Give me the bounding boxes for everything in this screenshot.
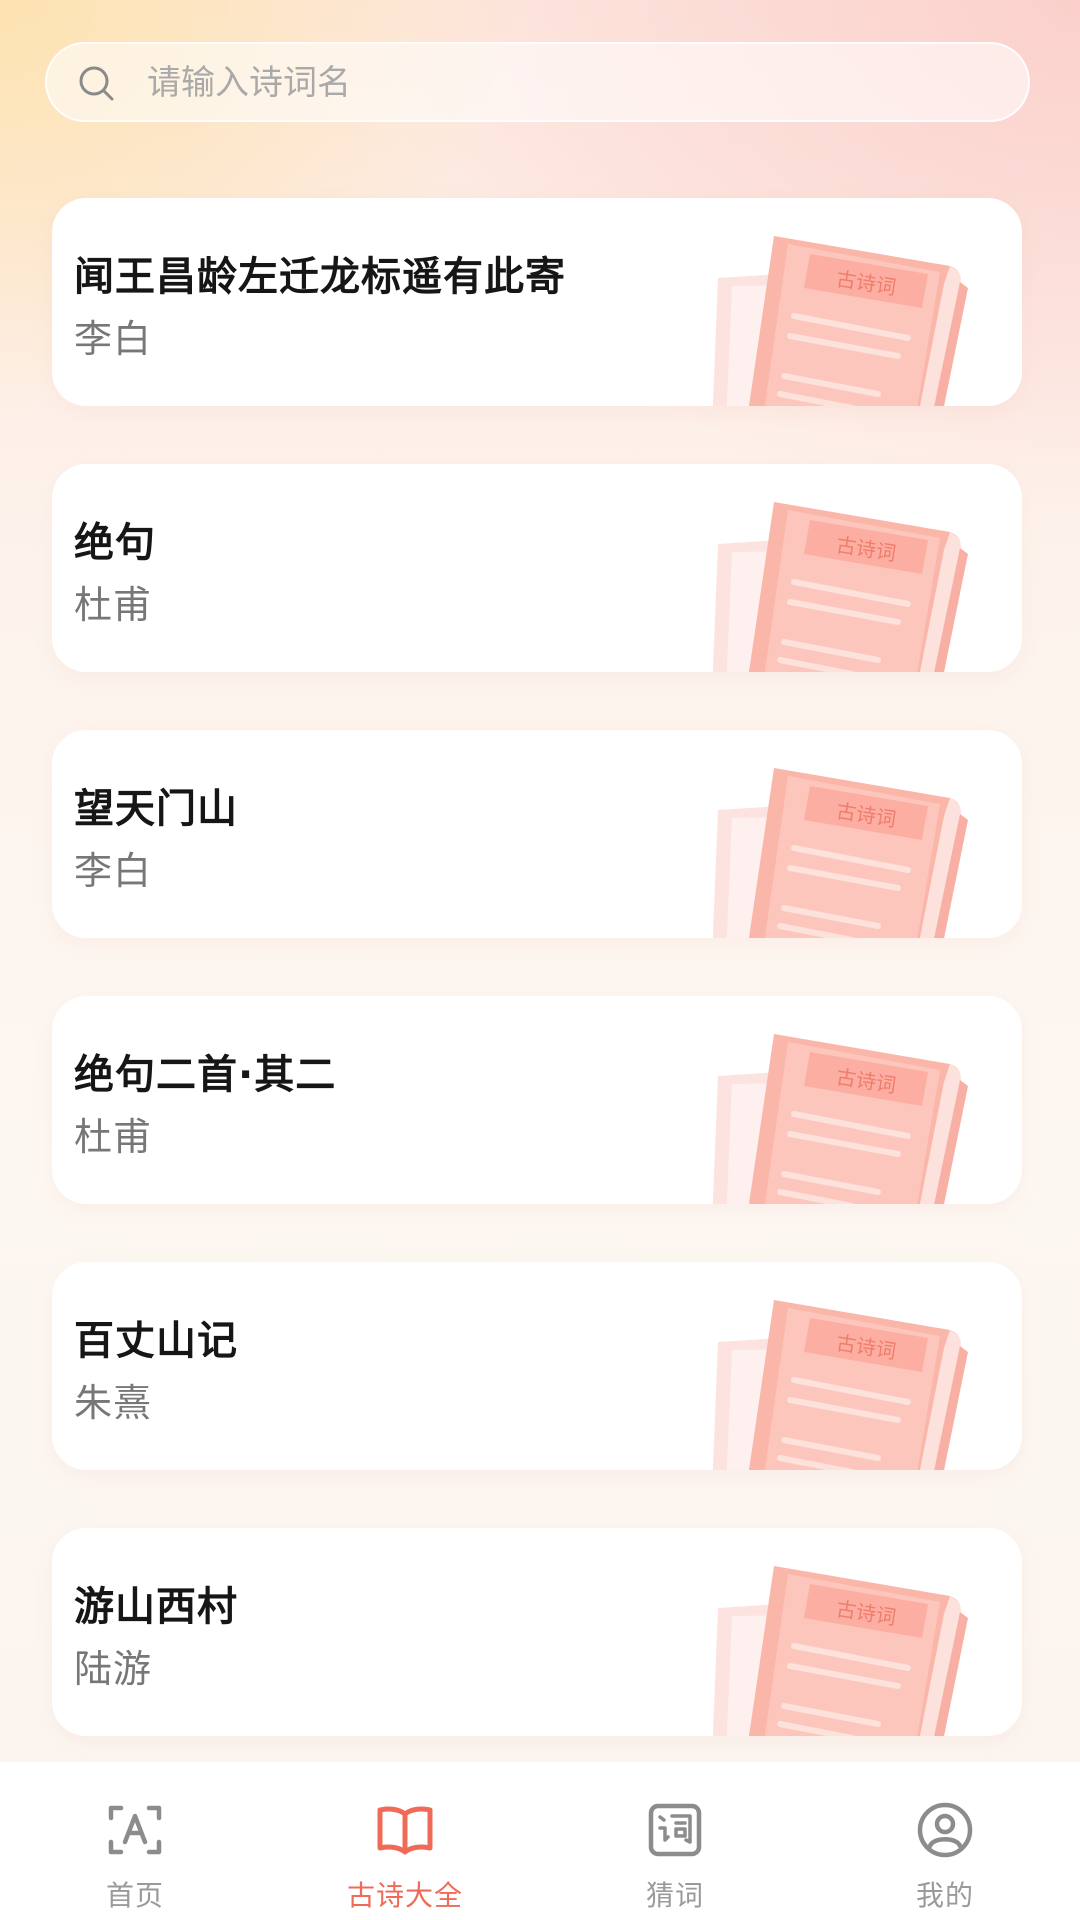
scan-text-icon	[108, 1805, 162, 1855]
user-circle-icon	[917, 1802, 973, 1858]
poem-card[interactable]: 闻王昌龄左迁龙标遥有此寄 李白 古诗词	[52, 198, 1022, 406]
poem-card[interactable]: 绝句二首·其二 杜甫 古诗词	[52, 996, 1022, 1204]
poem-author: 杜甫	[74, 583, 153, 627]
poem-author: 陆游	[74, 1647, 153, 1691]
ci-character-icon	[648, 1803, 702, 1857]
poem-title: 绝句	[74, 520, 156, 566]
search-input[interactable]	[147, 54, 1007, 112]
bottom-nav: 首页 古诗大全 猜词 我的	[0, 1762, 1080, 1920]
poem-card[interactable]: 游山西村 陆游 古诗词	[52, 1528, 1022, 1736]
poem-card[interactable]: 望天门山 李白 古诗词	[52, 730, 1022, 938]
nav-poems[interactable]: 古诗大全	[270, 1762, 540, 1920]
book-illustration-icon: 古诗词	[712, 236, 968, 406]
poem-author: 杜甫	[74, 1115, 153, 1159]
search-icon	[79, 66, 114, 101]
nav-guess-word[interactable]: 猜词	[540, 1762, 810, 1920]
nav-profile[interactable]: 我的	[810, 1762, 1080, 1920]
poem-author: 李白	[74, 317, 153, 361]
poem-title: 绝句二首·其二	[74, 1052, 337, 1098]
search-bar[interactable]	[45, 42, 1030, 122]
book-illustration-icon: 古诗词	[712, 768, 968, 938]
poem-title: 望天门山	[74, 786, 238, 832]
book-illustration-icon: 古诗词	[712, 1300, 968, 1470]
poem-author: 李白	[74, 849, 153, 893]
poem-author: 朱熹	[74, 1381, 153, 1425]
nav-label-guess-word: 猜词	[645, 1879, 704, 1912]
poem-title: 游山西村	[74, 1584, 238, 1630]
poem-card[interactable]: 百丈山记 朱熹 古诗词	[52, 1262, 1022, 1470]
book-illustration-icon: 古诗词	[712, 502, 968, 672]
book-illustration-icon: 古诗词	[712, 1566, 968, 1736]
poem-title: 闻王昌龄左迁龙标遥有此寄	[74, 254, 566, 300]
nav-label-poems: 古诗大全	[346, 1879, 463, 1912]
poem-title: 百丈山记	[74, 1318, 238, 1364]
poem-card[interactable]: 绝句 杜甫 古诗词	[52, 464, 1022, 672]
nav-label-profile: 我的	[915, 1879, 974, 1912]
open-book-icon	[377, 1806, 433, 1855]
book-illustration-icon: 古诗词	[712, 1034, 968, 1204]
nav-home[interactable]: 首页	[0, 1762, 270, 1920]
nav-label-home: 首页	[105, 1879, 164, 1912]
